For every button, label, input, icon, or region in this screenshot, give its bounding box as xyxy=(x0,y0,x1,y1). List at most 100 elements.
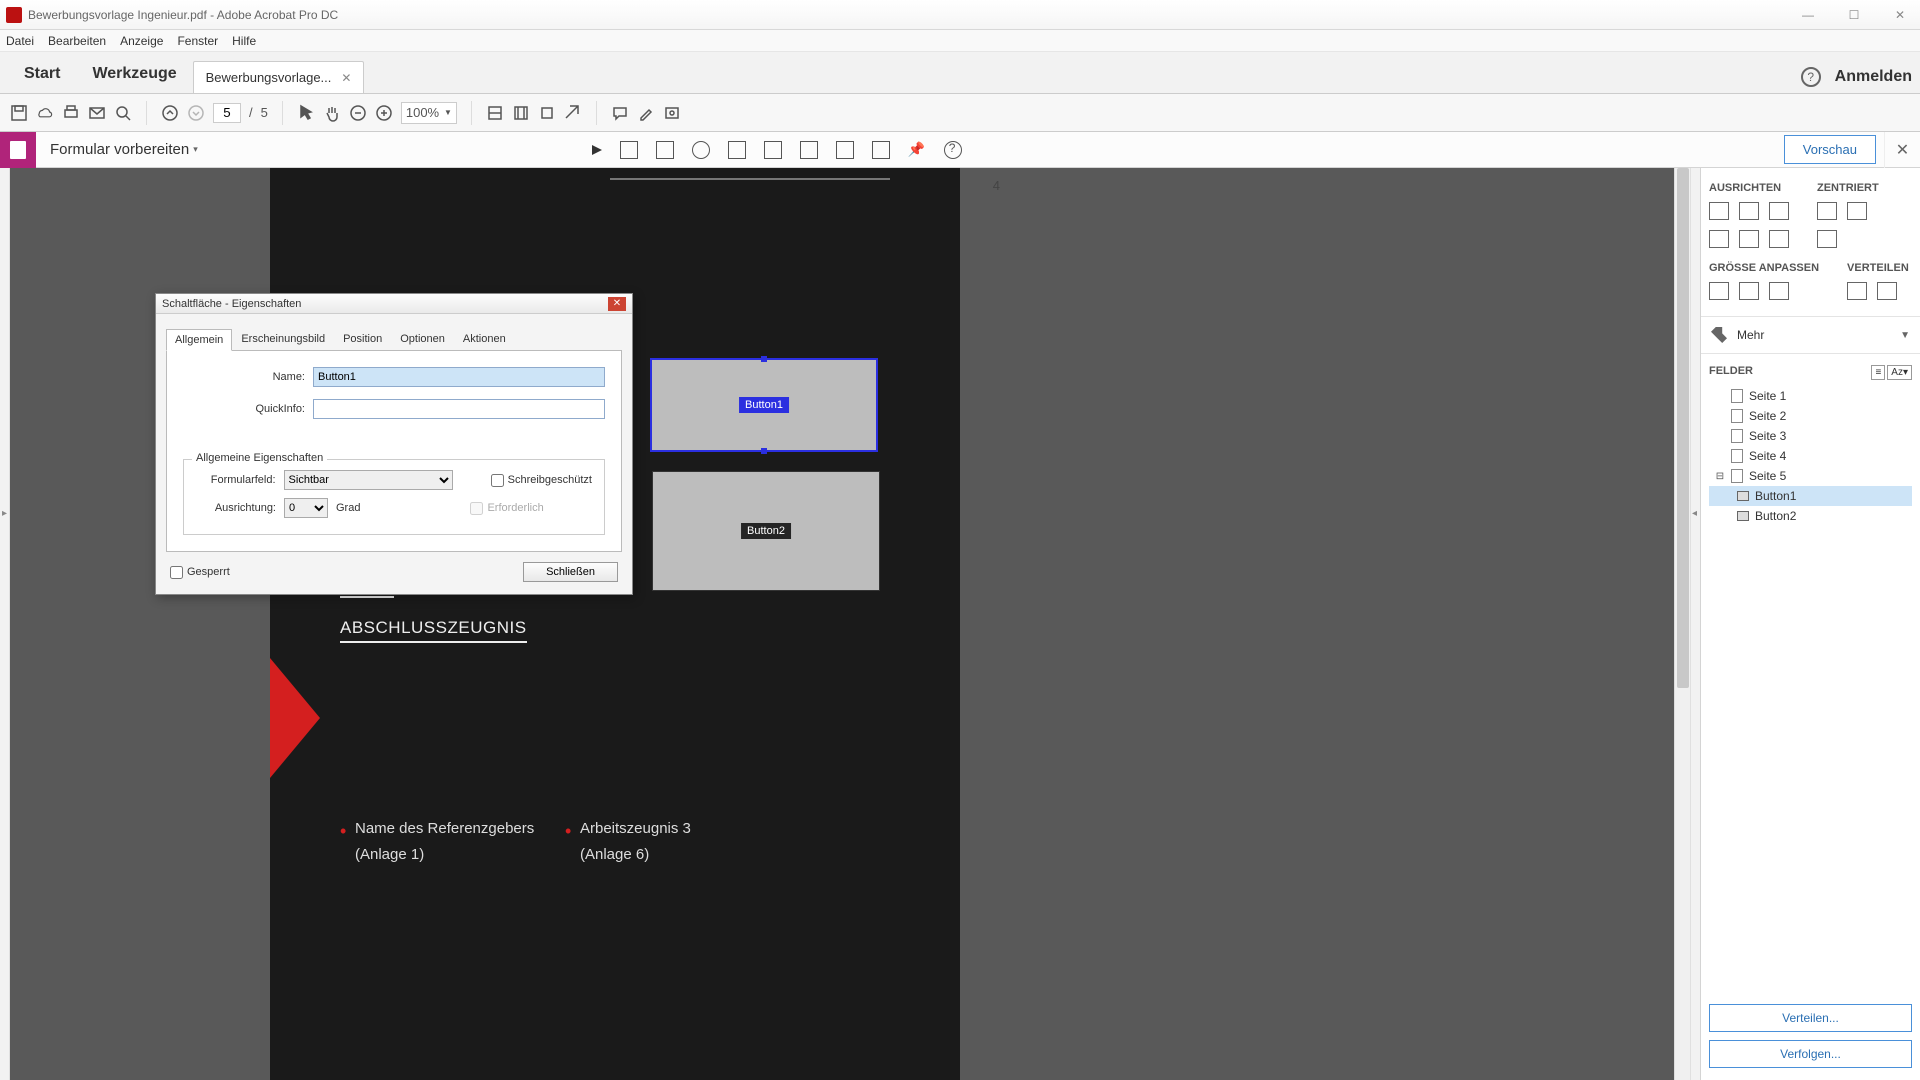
dialog-titlebar[interactable]: Schaltfläche - Eigenschaften ✕ xyxy=(156,294,632,314)
highlight-icon[interactable] xyxy=(637,104,655,122)
wrench-icon xyxy=(1711,327,1727,343)
save-icon[interactable] xyxy=(10,104,28,122)
scrollbar-thumb[interactable] xyxy=(1677,168,1689,688)
page-down-icon[interactable] xyxy=(187,104,205,122)
left-expand-icon[interactable]: ▸ xyxy=(2,508,7,519)
formfield-select[interactable]: Sichtbar xyxy=(284,470,453,490)
dialog-title: Schaltfläche - Eigenschaften xyxy=(162,298,301,310)
textfield-tool-icon[interactable] xyxy=(620,141,638,159)
align-left-icon[interactable] xyxy=(1709,202,1729,220)
menu-view[interactable]: Anzeige xyxy=(120,34,163,48)
menu-edit[interactable]: Bearbeiten xyxy=(48,34,106,48)
listbox-tool-icon[interactable] xyxy=(728,141,746,159)
match-both-icon[interactable] xyxy=(1769,282,1789,300)
tab-start[interactable]: Start xyxy=(8,55,76,93)
form-rail-button[interactable] xyxy=(0,132,36,168)
form-help-icon[interactable] xyxy=(944,141,962,159)
help-icon[interactable]: ? xyxy=(1801,67,1821,87)
distribute-v-icon[interactable] xyxy=(1877,282,1897,300)
search-icon[interactable] xyxy=(114,104,132,122)
minimize-button[interactable]: — xyxy=(1794,8,1822,22)
quickinfo-input[interactable] xyxy=(313,399,605,419)
zoom-out-icon[interactable] xyxy=(349,104,367,122)
menu-file[interactable]: Datei xyxy=(6,34,34,48)
vertical-scrollbar[interactable] xyxy=(1674,168,1690,1080)
hand-icon[interactable] xyxy=(323,104,341,122)
close-window-button[interactable]: ✕ xyxy=(1886,8,1914,22)
form-prepare-dropdown[interactable]: Formular vorbereiten xyxy=(36,141,212,158)
locked-checkbox[interactable]: Gesperrt xyxy=(170,566,230,579)
document-canvas[interactable]: 4 Button1 Button2 AUSZEICHNUNGEN DIPLOM … xyxy=(10,168,1674,1080)
dialog-tab-actions[interactable]: Aktionen xyxy=(454,328,515,350)
orientation-select[interactable]: 0 xyxy=(284,498,328,518)
tree-page-3[interactable]: Seite 3 xyxy=(1709,426,1912,446)
comment-icon[interactable] xyxy=(611,104,629,122)
center-v-icon[interactable] xyxy=(1847,202,1867,220)
tree-page-1[interactable]: Seite 1 xyxy=(1709,386,1912,406)
select-tool-icon[interactable] xyxy=(592,145,602,155)
left-rail[interactable]: ▸ xyxy=(0,168,10,1080)
print-icon[interactable] xyxy=(62,104,80,122)
distribute-h-icon[interactable] xyxy=(1847,282,1867,300)
tree-page-4[interactable]: Seite 4 xyxy=(1709,446,1912,466)
dialog-tab-general[interactable]: Allgemein xyxy=(166,329,232,351)
page-number-input[interactable] xyxy=(213,103,241,123)
zoom-select[interactable]: 100% ▼ xyxy=(401,102,457,124)
rotate-icon[interactable] xyxy=(538,104,556,122)
right-rail-expand[interactable]: ◂ xyxy=(1690,168,1700,1080)
signature-tool-icon[interactable] xyxy=(836,141,854,159)
dropdown-tool-icon[interactable] xyxy=(764,141,782,159)
barcode-tool-icon[interactable] xyxy=(872,141,890,159)
pointer-icon[interactable] xyxy=(297,104,315,122)
tree-field-button2[interactable]: Button2 xyxy=(1709,506,1912,526)
align-center-icon[interactable] xyxy=(1739,202,1759,220)
center-h-icon[interactable] xyxy=(1817,202,1837,220)
signin-link[interactable]: Anmelden xyxy=(1835,68,1912,86)
cloud-icon[interactable] xyxy=(36,104,54,122)
menu-help[interactable]: Hilfe xyxy=(232,34,256,48)
fit-width-icon[interactable] xyxy=(486,104,504,122)
align-bottom-icon[interactable] xyxy=(1769,230,1789,248)
dialog-tab-options[interactable]: Optionen xyxy=(391,328,454,350)
align-right-icon[interactable] xyxy=(1769,202,1789,220)
checkbox-tool-icon[interactable] xyxy=(656,141,674,159)
button-tool-icon[interactable] xyxy=(800,141,818,159)
tree-field-button1[interactable]: Button1 xyxy=(1709,486,1912,506)
measure-icon[interactable] xyxy=(564,104,582,122)
fields-sort-options[interactable]: ≡Aᴢ▾ xyxy=(1869,364,1912,378)
distribute-button[interactable]: Verteilen... xyxy=(1709,1004,1912,1032)
preview-button[interactable]: Vorschau xyxy=(1784,135,1876,164)
stamp-icon[interactable] xyxy=(663,104,681,122)
radio-tool-icon[interactable] xyxy=(692,141,710,159)
form-field-button1[interactable]: Button1 xyxy=(650,358,878,452)
tab-document[interactable]: Bewerbungsvorlage... ✕ xyxy=(193,61,365,93)
match-height-icon[interactable] xyxy=(1739,282,1759,300)
more-row[interactable]: Mehr ▼ xyxy=(1701,316,1920,354)
fit-page-icon[interactable] xyxy=(512,104,530,122)
tab-tools[interactable]: Werkzeuge xyxy=(76,55,192,93)
name-input[interactable] xyxy=(313,367,605,387)
center-both-icon[interactable] xyxy=(1817,230,1837,248)
tab-close-icon[interactable]: ✕ xyxy=(341,71,351,85)
maximize-button[interactable]: ☐ xyxy=(1840,8,1868,22)
page-up-icon[interactable] xyxy=(161,104,179,122)
match-width-icon[interactable] xyxy=(1709,282,1729,300)
pin-icon[interactable] xyxy=(908,141,926,159)
mail-icon[interactable] xyxy=(88,104,106,122)
close-formbar-button[interactable]: ✕ xyxy=(1884,132,1920,168)
tree-page-5[interactable]: ⊟Seite 5 xyxy=(1709,466,1912,486)
right-expand-icon[interactable]: ◂ xyxy=(1692,508,1697,519)
dialog-tab-position[interactable]: Position xyxy=(334,328,391,350)
tree-page-2[interactable]: Seite 2 xyxy=(1709,406,1912,426)
dialog-close-button[interactable]: ✕ xyxy=(608,297,626,311)
align-top-icon[interactable] xyxy=(1709,230,1729,248)
dialog-tabs: Allgemein Erscheinungsbild Position Opti… xyxy=(156,314,632,350)
readonly-checkbox[interactable]: Schreibgeschützt xyxy=(491,474,592,487)
dialog-tab-appearance[interactable]: Erscheinungsbild xyxy=(232,328,334,350)
dialog-close-btn[interactable]: Schließen xyxy=(523,562,618,582)
menu-window[interactable]: Fenster xyxy=(177,34,218,48)
align-middle-icon[interactable] xyxy=(1739,230,1759,248)
form-field-button2[interactable]: Button2 xyxy=(652,471,880,591)
track-button[interactable]: Verfolgen... xyxy=(1709,1040,1912,1068)
zoom-in-icon[interactable] xyxy=(375,104,393,122)
